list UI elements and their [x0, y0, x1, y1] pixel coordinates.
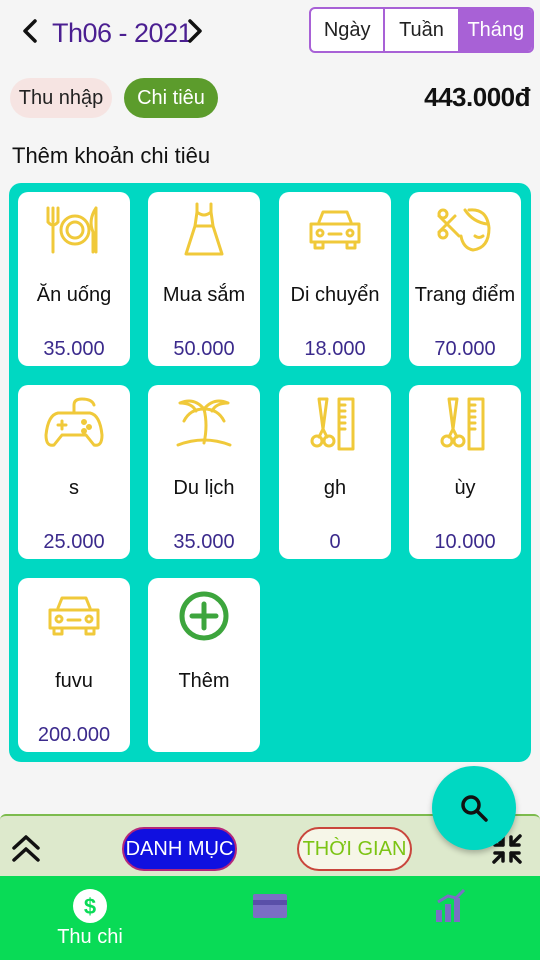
section-title: Thêm khoản chi tiêu: [12, 143, 211, 168]
category-card-du-lich[interactable]: Du lịch 35.000: [148, 385, 260, 559]
category-name: gh: [323, 477, 347, 499]
chevron-right-icon: [188, 19, 202, 43]
makeup-face-icon: [435, 202, 495, 258]
category-card-fuvu[interactable]: fuvu 200.000: [18, 578, 130, 752]
tab-thu-chi[interactable]: $ Thu chi: [30, 876, 150, 960]
dollar-circle-icon: $: [70, 888, 110, 924]
stats-icon: [430, 888, 470, 924]
tab-card[interactable]: [210, 876, 330, 960]
category-name: ùy: [454, 477, 476, 499]
category-card-gh[interactable]: gh 0: [279, 385, 391, 559]
category-amount: 50.000: [173, 338, 235, 360]
search-button[interactable]: [432, 766, 516, 850]
tab-stats[interactable]: [390, 876, 510, 960]
period-label[interactable]: Th06 - 2021: [52, 14, 193, 52]
scissors-comb-icon: [435, 395, 495, 451]
expense-tab[interactable]: Chi tiêu: [124, 78, 218, 118]
category-amount: 35.000: [43, 338, 105, 360]
category-card-mua-sam[interactable]: Mua sắm 50.000: [148, 192, 260, 366]
gamepad-icon: [44, 395, 104, 451]
scissors-comb-icon: [305, 395, 365, 451]
view-mode-month[interactable]: Tháng: [459, 9, 532, 51]
add-category-label: Thêm: [178, 670, 230, 692]
category-name: s: [69, 477, 79, 499]
dress-icon: [174, 202, 234, 258]
car-icon: [44, 588, 104, 644]
total-amount: 443.000đ: [424, 82, 530, 112]
view-mode-day[interactable]: Ngày: [311, 9, 386, 51]
category-card-trang-diem[interactable]: Trang điểm 70.000: [409, 192, 521, 366]
category-name: Trang điểm: [414, 284, 516, 306]
category-name: Mua sắm: [162, 284, 246, 306]
palm-tree-icon: [174, 395, 234, 451]
svg-text:$: $: [84, 894, 96, 919]
view-mode-selector: Ngày Tuần Tháng: [309, 7, 534, 53]
car-icon: [305, 202, 365, 258]
fork-plate-knife-icon: [44, 202, 104, 258]
category-card-di-chuyen[interactable]: Di chuyển 18.000: [279, 192, 391, 366]
category-amount: 200.000: [37, 724, 111, 746]
next-period-button[interactable]: [181, 14, 209, 48]
header: Th06 - 2021 Ngày Tuần Tháng: [0, 0, 540, 64]
category-name: Di chuyển: [290, 284, 380, 306]
category-grid: Ăn uống 35.000 Mua sắm 50.000 Di chuyển …: [9, 183, 531, 762]
plus-circle-icon: [174, 588, 234, 644]
income-tab[interactable]: Thu nhập: [10, 78, 112, 118]
category-filter-button[interactable]: DANH MỤC: [122, 827, 237, 871]
add-category-button[interactable]: Thêm: [148, 578, 260, 752]
category-name: Du lịch: [173, 477, 235, 499]
double-chevron-up-icon: [12, 835, 40, 862]
category-card-an-uong[interactable]: Ăn uống 35.000: [18, 192, 130, 366]
chevron-left-icon: [23, 19, 37, 43]
category-name: fuvu: [55, 670, 93, 692]
card-icon: [250, 888, 290, 924]
expand-button[interactable]: [8, 830, 44, 866]
search-icon: [461, 795, 488, 822]
tab-label: Thu chi: [57, 926, 123, 948]
bottom-nav: $ Thu chi: [0, 876, 540, 960]
category-name: Ăn uống: [36, 284, 112, 306]
category-amount: 25.000: [43, 531, 105, 553]
category-card-uy[interactable]: ùy 10.000: [409, 385, 521, 559]
category-amount: 10.000: [434, 531, 496, 553]
view-mode-week[interactable]: Tuần: [385, 9, 460, 51]
category-amount: 70.000: [434, 338, 496, 360]
time-filter-button[interactable]: THỜI GIAN: [297, 827, 412, 871]
category-amount: 18.000: [304, 338, 366, 360]
category-amount: 0: [329, 531, 341, 553]
category-amount: 35.000: [173, 531, 235, 553]
category-card-s[interactable]: s 25.000: [18, 385, 130, 559]
previous-period-button[interactable]: [16, 14, 44, 48]
